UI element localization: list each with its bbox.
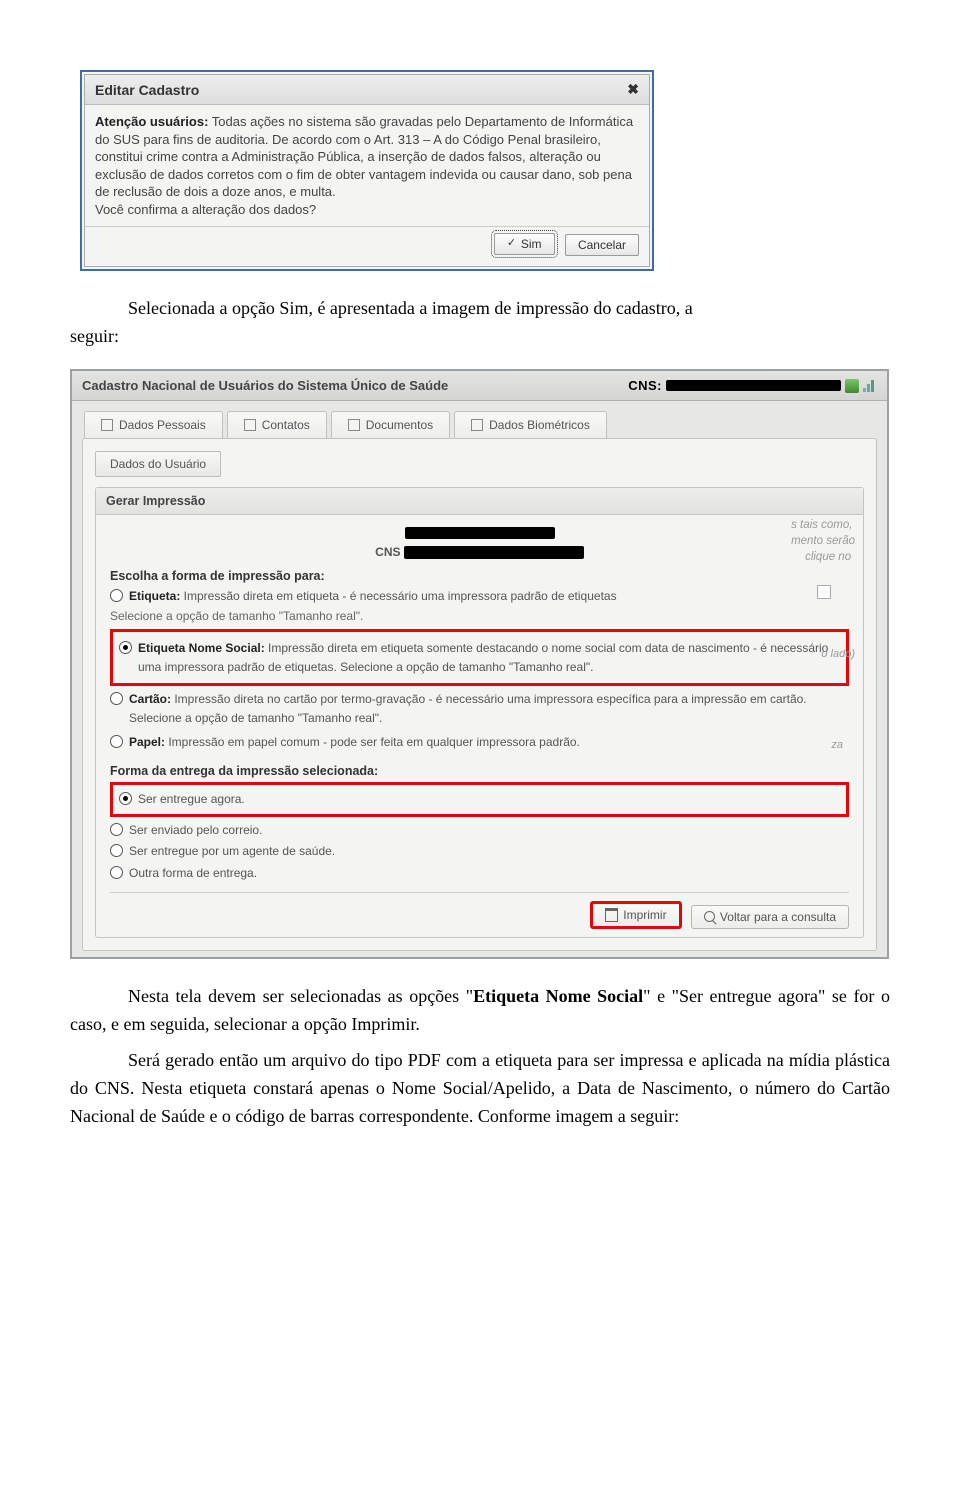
signal-icon — [863, 380, 877, 392]
dialog-body: Atenção usuários: Todas ações no sistema… — [85, 105, 649, 226]
opt-entregue-agora-highlight: Ser entregue agora. — [110, 782, 849, 817]
dialog-editar-cadastro: Editar Cadastro ✖ Atenção usuários: Toda… — [80, 70, 654, 271]
center-redacted-row: CNS — [110, 527, 849, 559]
doc-paragraph-3: Será gerado então um arquivo do tipo PDF… — [70, 1047, 890, 1131]
side-hint-za: za — [831, 739, 843, 751]
dialog-body-strong: Atenção usuários: — [95, 114, 208, 129]
name-redacted — [405, 527, 555, 539]
opt-papel[interactable]: Papel: Impressão em papel comum - pode s… — [110, 733, 849, 752]
radio-icon — [110, 823, 123, 836]
radio-icon — [119, 792, 132, 805]
dialog-titlebar: Editar Cadastro ✖ — [85, 75, 649, 105]
dialog-footer: Sim Cancelar — [85, 226, 649, 266]
radio-icon — [110, 589, 123, 602]
search-icon — [704, 911, 715, 922]
radio-icon — [110, 735, 123, 748]
panel-header: Cadastro Nacional de Usuários do Sistema… — [72, 371, 887, 401]
cns-center-redacted — [404, 546, 584, 559]
heading-forma-impressao: Escolha a forma de impressão para: — [110, 569, 849, 583]
panel-title: Cadastro Nacional de Usuários do Sistema… — [82, 378, 448, 393]
tab-dados-pessoais[interactable]: Dados Pessoais — [84, 411, 223, 438]
dialog-title-text: Editar Cadastro — [95, 82, 199, 98]
tab-dados-biometricos[interactable]: Dados Biométricos — [454, 411, 607, 438]
tab-documentos[interactable]: Documentos — [331, 411, 450, 438]
voltar-consulta-button[interactable]: Voltar para a consulta — [691, 905, 849, 929]
radio-icon — [110, 844, 123, 857]
cns-redacted — [666, 380, 841, 391]
cns-center-label: CNS — [375, 545, 400, 559]
check-icon — [507, 239, 517, 249]
status-icon — [845, 379, 859, 393]
gerar-impressao-panel: Gerar Impressão s tais como, mento serão… — [95, 487, 864, 938]
opt-enviado-correio[interactable]: Ser enviado pelo correio. — [110, 821, 849, 840]
gerar-impressao-title: Gerar Impressão — [96, 488, 863, 515]
opt-cartao[interactable]: Cartão: Impressão direta no cartão por t… — [110, 690, 849, 727]
radio-icon — [119, 641, 132, 654]
doc-paragraph-1: Selecionada a opção Sim, é apresentada a… — [70, 295, 890, 351]
print-panel-footer: Imprimir Voltar para a consulta — [110, 892, 849, 929]
dialog-confirm-text: Você confirma a alteração dos dados? — [95, 202, 316, 217]
cns-label: CNS: — [628, 378, 662, 393]
doc-paragraph-2: Nesta tela devem ser selecionadas as opç… — [70, 983, 890, 1039]
checkbox-placeholder — [817, 585, 831, 599]
bg-hint-text: s tais como, mento serão clique no — [791, 517, 855, 565]
close-icon[interactable]: ✖ — [627, 81, 639, 98]
sim-button[interactable]: Sim — [494, 233, 555, 255]
tab-contatos[interactable]: Contatos — [227, 411, 327, 438]
cadastro-panel: Cadastro Nacional de Usuários do Sistema… — [70, 369, 889, 959]
opt-entregue-agora[interactable]: Ser entregue agora. — [119, 790, 840, 809]
tab-pane: Dados do Usuário Gerar Impressão s tais … — [82, 438, 877, 951]
cancelar-button[interactable]: Cancelar — [565, 234, 639, 256]
printer-icon — [605, 908, 618, 922]
opt-etiqueta-nome-social[interactable]: Etiqueta Nome Social: Impressão direta e… — [119, 639, 840, 676]
etiqueta-note: Selecione a opção de tamanho "Tamanho re… — [110, 609, 849, 623]
opt-outra-entrega[interactable]: Outra forma de entrega. — [110, 864, 849, 883]
imprimir-button[interactable]: Imprimir — [590, 901, 681, 929]
grid-icon — [471, 419, 483, 431]
tabs-row: Dados Pessoais Contatos Documentos Dados… — [72, 401, 887, 438]
radio-icon — [110, 866, 123, 879]
opt-agente-saude[interactable]: Ser entregue por um agente de saúde. — [110, 842, 849, 861]
opt-etiqueta[interactable]: Etiqueta: Impressão direta em etiqueta -… — [110, 587, 849, 606]
heading-forma-entrega: Forma da entrega da impressão selecionad… — [110, 764, 849, 778]
opt-etiqueta-nome-social-highlight: Etiqueta Nome Social: Impressão direta e… — [110, 629, 849, 686]
document-icon — [348, 419, 360, 431]
radio-icon — [110, 692, 123, 705]
side-hint-lado: o lado) — [821, 648, 855, 660]
person-icon — [101, 419, 113, 431]
dados-do-usuario-button[interactable]: Dados do Usuário — [95, 451, 221, 477]
home-icon — [244, 419, 256, 431]
